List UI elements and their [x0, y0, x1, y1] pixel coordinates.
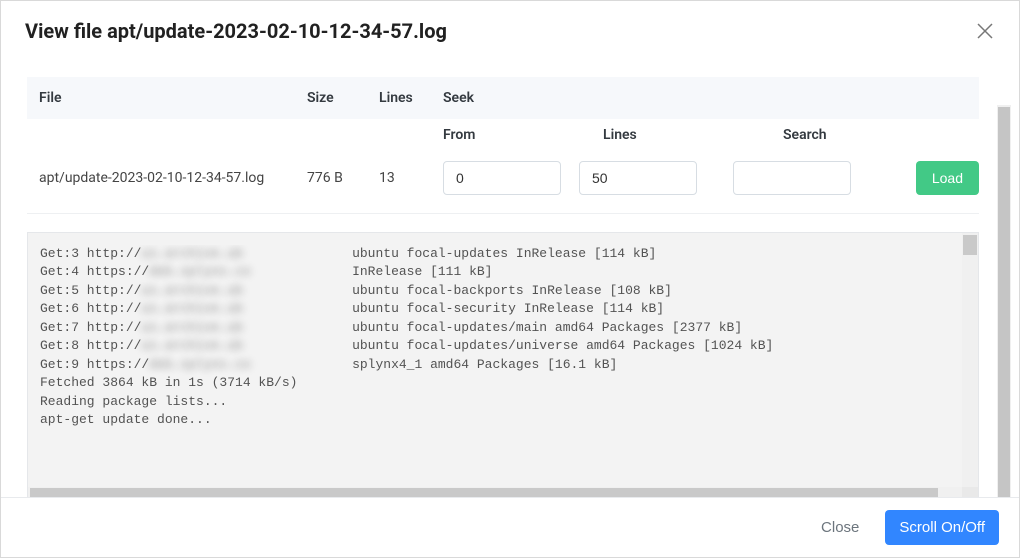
modal-header: View file apt/update-2023-02-10-12-34-57… [1, 1, 1019, 53]
log-line: Get:4 https://deb.splynx.co InRelease [1… [40, 263, 956, 281]
modal-body: File Size Lines Seek From Lines Search a… [1, 53, 1019, 497]
log-content: Get:3 http://us.archive.ub ubuntu focal-… [40, 245, 956, 483]
modal-vertical-scrollbar[interactable] [997, 105, 1011, 497]
log-line: Get:9 https://deb.splynx.co splynx4_1 am… [40, 356, 956, 374]
col-header-file: File [27, 90, 307, 106]
log-line: Fetched 3864 kB in 1s (3714 kB/s) [40, 374, 956, 392]
file-size-value: 776 B [307, 170, 379, 186]
log-output[interactable]: Get:3 http://us.archive.ub ubuntu focal-… [27, 232, 979, 497]
col-header-seek: Seek [443, 90, 979, 106]
table-header-row: File Size Lines Seek [27, 77, 979, 119]
seek-from-label: From [443, 127, 603, 143]
log-line: Get:7 http://us.archive.ub ubuntu focal-… [40, 319, 956, 337]
col-header-lines: Lines [379, 90, 443, 106]
modal-vertical-scroll-thumb[interactable] [998, 107, 1010, 497]
file-info-table: File Size Lines Seek From Lines Search a… [27, 77, 979, 214]
load-button[interactable]: Load [916, 161, 979, 195]
modal-footer: Close Scroll On/Off [1, 497, 1019, 557]
log-vertical-scroll-thumb[interactable] [963, 235, 977, 255]
file-name-value: apt/update-2023-02-10-12-34-57.log [27, 170, 307, 186]
seek-subheader-row: From Lines Search [27, 119, 979, 151]
modal-title: View file apt/update-2023-02-10-12-34-57… [25, 19, 447, 43]
close-icon[interactable] [975, 21, 995, 41]
table-row: apt/update-2023-02-10-12-34-57.log 776 B… [27, 151, 979, 214]
log-line: apt-get update done... [40, 411, 956, 429]
seek-from-input[interactable] [443, 161, 561, 195]
seek-search-label: Search [783, 127, 979, 143]
close-button[interactable]: Close [811, 511, 869, 544]
col-header-size: Size [307, 90, 379, 106]
log-line: Get:3 http://us.archive.ub ubuntu focal-… [40, 245, 956, 263]
log-line: Get:5 http://us.archive.ub ubuntu focal-… [40, 282, 956, 300]
log-line: Get:6 http://us.archive.ub ubuntu focal-… [40, 300, 956, 318]
scroll-toggle-button[interactable]: Scroll On/Off [885, 510, 999, 545]
log-horizontal-scroll-thumb[interactable] [30, 488, 938, 497]
seek-search-input[interactable] [733, 161, 851, 195]
seek-lines-label: Lines [603, 127, 783, 143]
log-line: Reading package lists... [40, 393, 956, 411]
file-lines-value: 13 [379, 170, 443, 186]
modal-dialog: View file apt/update-2023-02-10-12-34-57… [0, 0, 1020, 558]
log-line: Get:8 http://us.archive.ub ubuntu focal-… [40, 337, 956, 355]
log-vertical-scrollbar[interactable] [962, 233, 978, 487]
seek-lines-input[interactable] [579, 161, 697, 195]
log-horizontal-scrollbar[interactable] [28, 487, 962, 497]
log-scroll-corner [962, 487, 978, 497]
